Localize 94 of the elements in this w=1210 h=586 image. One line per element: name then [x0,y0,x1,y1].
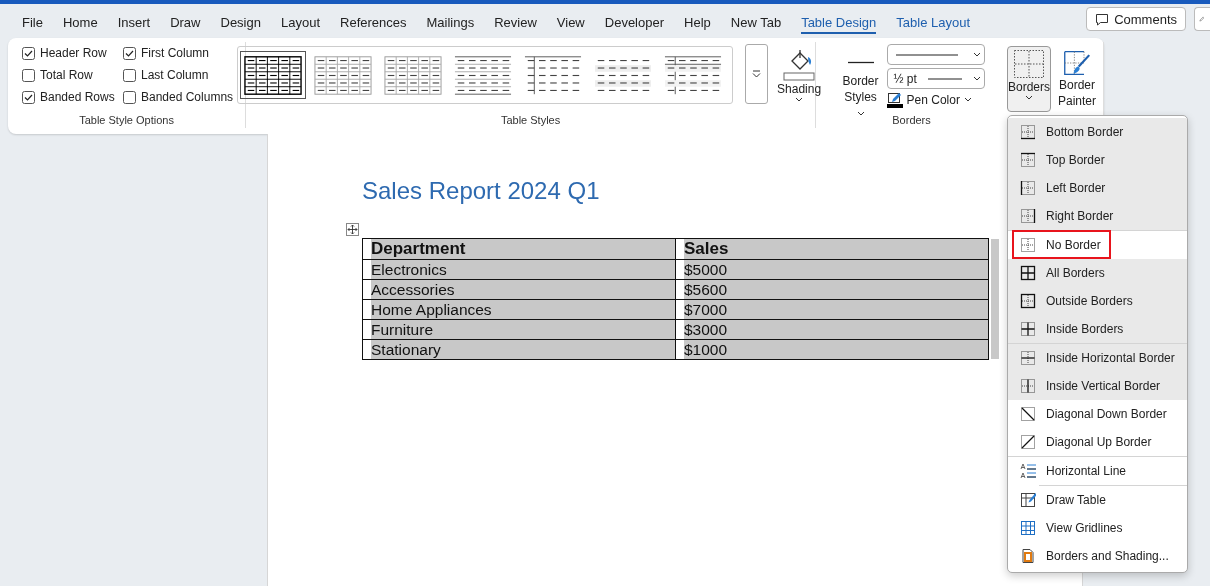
menu-item[interactable]: Diagonal Up Border [1008,428,1187,456]
ribbon-tab[interactable]: Mailings [416,15,485,38]
diagonal-line-icon [1020,434,1036,450]
menu-item[interactable]: Borders and Shading... [1008,542,1187,570]
comments-button[interactable]: Comments [1086,7,1186,31]
table-move-handle-icon[interactable] [346,223,359,236]
right-border-icon [1020,208,1036,224]
column-header: Sales [675,238,989,260]
table-cell: Furniture [362,319,676,340]
border-styles-button[interactable]: Border Styles [838,44,883,124]
left-border-icon [1020,180,1036,196]
checkbox-label[interactable]: Banded Rows [40,90,115,104]
menu-item[interactable]: Diagonal Down Border [1008,400,1187,428]
pen-color-icon [886,92,903,108]
horizontal-line-icon [1020,463,1036,479]
outside-borders-icon [1020,293,1036,309]
shading-button[interactable]: Shading [774,44,825,106]
group-label: Borders [892,114,931,128]
ribbon-tab[interactable]: Insert [107,15,161,38]
table-cell: Electronics [362,259,676,280]
ribbon-tab[interactable]: Help [674,15,721,38]
expand-icon [752,70,762,78]
chevron-down-icon [963,97,972,103]
table-cell: Accessories [362,279,676,300]
group-label: Table Styles [500,114,561,128]
ribbon-tab[interactable]: Developer [594,15,675,38]
menu-item[interactable]: All Borders [1008,259,1187,287]
checkbox[interactable] [22,46,35,60]
bottom-border-icon [1020,124,1036,140]
ribbon-tab[interactable]: File [12,15,53,38]
document-title: Sales Report 2024 Q1 [362,176,600,206]
checkbox-label[interactable]: First Column [141,46,209,60]
line-weight-dropdown[interactable]: ½ pt [886,68,985,89]
checkbox-label[interactable]: Banded Columns [141,90,234,104]
menu-item[interactable]: Draw Table [1008,485,1187,514]
column-header: Department [362,238,676,260]
all-borders-icon [1020,265,1036,281]
ribbon-tab[interactable]: Layout [270,15,330,38]
menu-item[interactable]: Inside Borders [1008,315,1187,343]
ribbon-tab[interactable]: Home [52,15,108,38]
menu-item[interactable]: Outside Borders [1008,287,1187,315]
menu-item[interactable]: Bottom Border [1008,118,1187,146]
chevron-down-icon [856,111,865,117]
table-style-option[interactable] [240,51,307,99]
comment-icon [1095,12,1110,26]
menu-item[interactable]: Horizontal Line [1008,456,1187,485]
menu-item[interactable]: View Gridlines [1008,514,1187,542]
ribbon-tab[interactable]: Design [210,15,271,38]
ribbon-tab[interactable]: References [330,15,417,38]
pen-color-button[interactable]: Pen Color [886,92,985,108]
line-style-dropdown[interactable] [886,44,985,65]
checkbox-label[interactable]: Total Row [40,68,93,82]
line-style-icon [847,61,874,64]
diagonal-line-icon [1020,406,1036,422]
ribbon-tab[interactable]: Review [484,15,547,38]
border-painter-button[interactable]: Border Painter [1055,46,1099,112]
ribbon-tab[interactable]: Draw [160,15,211,38]
checkbox-label[interactable]: Last Column [141,68,209,82]
line-sample-icon [893,52,960,57]
horizontal-border-icon [1020,350,1036,366]
chevron-down-icon [795,97,804,103]
borders-button[interactable]: Borders [1007,46,1051,112]
inside-borders-icon [1020,321,1036,337]
top-border-icon [1020,152,1036,168]
checkbox[interactable] [22,90,35,104]
menu-item[interactable]: Left Border [1008,174,1187,202]
checkbox[interactable] [123,68,136,82]
menu-item[interactable]: Inside Horizontal Border [1008,343,1187,372]
ribbon-tab[interactable]: Table Design [791,15,887,38]
table-cell: Home Appliances [362,299,676,320]
group-label: Table Style Options [79,114,174,128]
no-border-icon [1020,237,1036,253]
line-sample-icon [926,76,963,81]
menu-item[interactable]: Top Border [1008,146,1187,174]
menu-item[interactable]: Inside Vertical Border [1008,372,1187,400]
paint-bucket-icon [782,47,817,81]
draw-table-icon [1020,492,1036,508]
vertical-border-icon [1020,378,1036,394]
table-cell: Stationary [362,339,676,360]
checkbox[interactable] [123,46,136,60]
menu-item[interactable]: No Border [1008,230,1187,259]
grid-icon [1020,520,1036,536]
checkbox-label[interactable]: Header Row [40,46,107,60]
chevron-down-icon [972,75,981,82]
menu-item[interactable]: Right Border [1008,202,1187,230]
borders-icon [1013,49,1045,79]
chevron-down-icon [972,51,981,58]
checkbox[interactable] [22,68,35,82]
ribbon-tab[interactable]: Table Layout [886,15,980,38]
chevron-down-icon [1025,95,1033,101]
ribbon-tab[interactable]: New Tab [720,15,792,38]
ribbon-tab[interactable]: View [546,15,595,38]
document-icon [1020,548,1036,564]
checkbox[interactable] [123,90,136,104]
